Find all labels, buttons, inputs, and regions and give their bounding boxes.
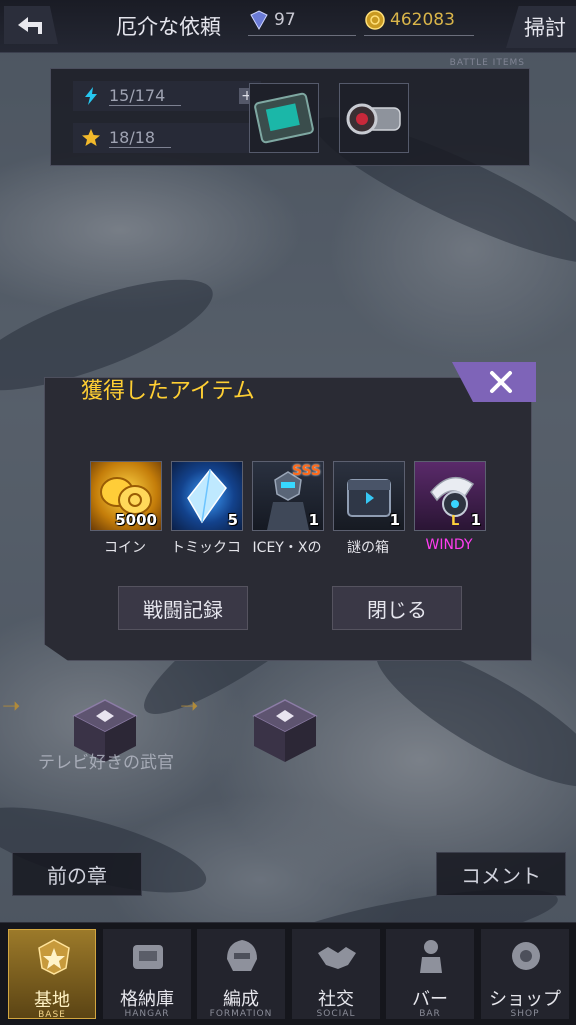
item-box: 5000 <box>90 461 162 531</box>
path-arrow-icon: ➝ <box>2 694 21 719</box>
tab-sublabel: BAR <box>419 1009 441 1019</box>
item-count: 5 <box>227 511 238 529</box>
tab-sublabel: FORMATION <box>209 1009 273 1019</box>
item-label: WINDY <box>425 537 473 553</box>
scope-icon <box>346 103 401 135</box>
sss-badge: SSS <box>292 463 321 479</box>
tab-sublabel: SHOP <box>510 1009 540 1019</box>
coin-value: 462083 <box>390 10 455 30</box>
item-windy[interactable]: L 1 WINDY <box>414 461 486 553</box>
tab-bar[interactable]: バー BAR <box>386 929 474 1019</box>
item-count: 1 <box>470 511 481 529</box>
tab-label: 格納庫 <box>120 989 174 1010</box>
tab-sublabel: HANGAR <box>124 1009 170 1019</box>
handshake-icon <box>318 947 356 969</box>
tab-hangar[interactable]: 格納庫 HANGAR <box>103 929 191 1019</box>
tab-sublabel: BASE <box>38 1010 66 1020</box>
item-label: トミックコ <box>171 540 241 556</box>
back-button[interactable] <box>4 6 58 44</box>
battle-log-button[interactable]: 戦闘記録 <box>118 586 248 630</box>
item-box: 1 <box>333 461 405 531</box>
item-label: コイン <box>104 540 146 556</box>
device-icon <box>254 92 314 144</box>
tab-label: 基地 <box>34 990 70 1011</box>
energy-value: 15/174 <box>109 86 182 106</box>
stage-title: 厄介な依頼 <box>116 15 221 39</box>
tab-label: バー <box>412 989 448 1010</box>
tab-formation[interactable]: 編成 FORMATION <box>197 929 285 1019</box>
comment-button[interactable]: コメント <box>436 852 566 896</box>
hangar-icon <box>133 945 163 969</box>
item-label: 謎の箱 <box>347 540 389 556</box>
path-arrow-icon: ➝ <box>180 694 199 719</box>
sweep-button[interactable]: 掃討 <box>506 6 576 48</box>
stage-info-panel: BATTLE ITEMS 15/174 + 18/18 <box>50 58 530 166</box>
item-count: 1 <box>389 511 400 529</box>
gem-counter: 97 <box>248 9 356 36</box>
item-atomic-core[interactable]: 5 トミックコ <box>171 461 243 557</box>
item-count: 5000 <box>115 511 157 529</box>
item-count: 1 <box>308 511 319 529</box>
prev-chapter-button[interactable]: 前の章 <box>12 852 142 896</box>
bar-figure-icon <box>420 940 442 973</box>
formation-helmet-icon <box>227 940 257 971</box>
cube-node-icon <box>252 699 318 762</box>
item-box: 5 <box>171 461 243 531</box>
stars-value: 18/18 <box>109 128 172 148</box>
item-coin[interactable]: 5000 コイン <box>90 461 162 557</box>
level-prefix: L <box>451 514 460 529</box>
item-label: ICEY・Xの <box>252 540 322 556</box>
star-icon <box>82 129 100 146</box>
modal-title: 獲得したアイテム <box>81 379 255 404</box>
shop-orb-icon <box>512 942 540 970</box>
tab-shop[interactable]: ショップ SHOP <box>481 929 569 1019</box>
tab-label: 編成 <box>223 989 259 1010</box>
node-label: テレビ好きの武官 <box>38 753 174 773</box>
tab-sublabel: SOCIAL <box>316 1009 356 1019</box>
bottom-nav: 基地 BASE 格納庫 HANGAR 編成 FORMATION 社交 SOCIA… <box>0 922 576 1025</box>
gem-value: 97 <box>274 10 296 30</box>
gem-icon <box>250 10 268 31</box>
reward-device-thumb[interactable] <box>249 83 319 153</box>
back-arrow-icon <box>18 17 42 34</box>
panel-tag: BATTLE ITEMS <box>449 58 525 68</box>
stars-row: 18/18 <box>73 123 261 153</box>
tab-label: 社交 <box>318 989 354 1010</box>
tab-social[interactable]: 社交 SOCIAL <box>292 929 380 1019</box>
item-box: SSS 1 <box>252 461 324 531</box>
item-box: L 1 <box>414 461 486 531</box>
tab-base[interactable]: 基地 BASE <box>8 929 96 1020</box>
lightning-icon <box>85 87 97 105</box>
coin-icon <box>365 10 385 30</box>
energy-row: 15/174 + <box>73 81 261 111</box>
close-icon <box>490 371 512 393</box>
close-button[interactable]: 閉じる <box>332 586 462 630</box>
tab-label: ショップ <box>489 989 561 1010</box>
reward-scope-thumb[interactable] <box>339 83 409 153</box>
stage-node[interactable] <box>250 696 320 766</box>
top-bar: 厄介な依頼 97 462083 掃討 <box>0 0 576 53</box>
item-mystery-box[interactable]: 1 謎の箱 <box>333 461 405 557</box>
base-emblem-icon <box>38 939 70 975</box>
coin-counter: 462083 <box>364 9 474 36</box>
item-icey-x[interactable]: SSS 1 ICEY・Xの <box>252 461 324 557</box>
